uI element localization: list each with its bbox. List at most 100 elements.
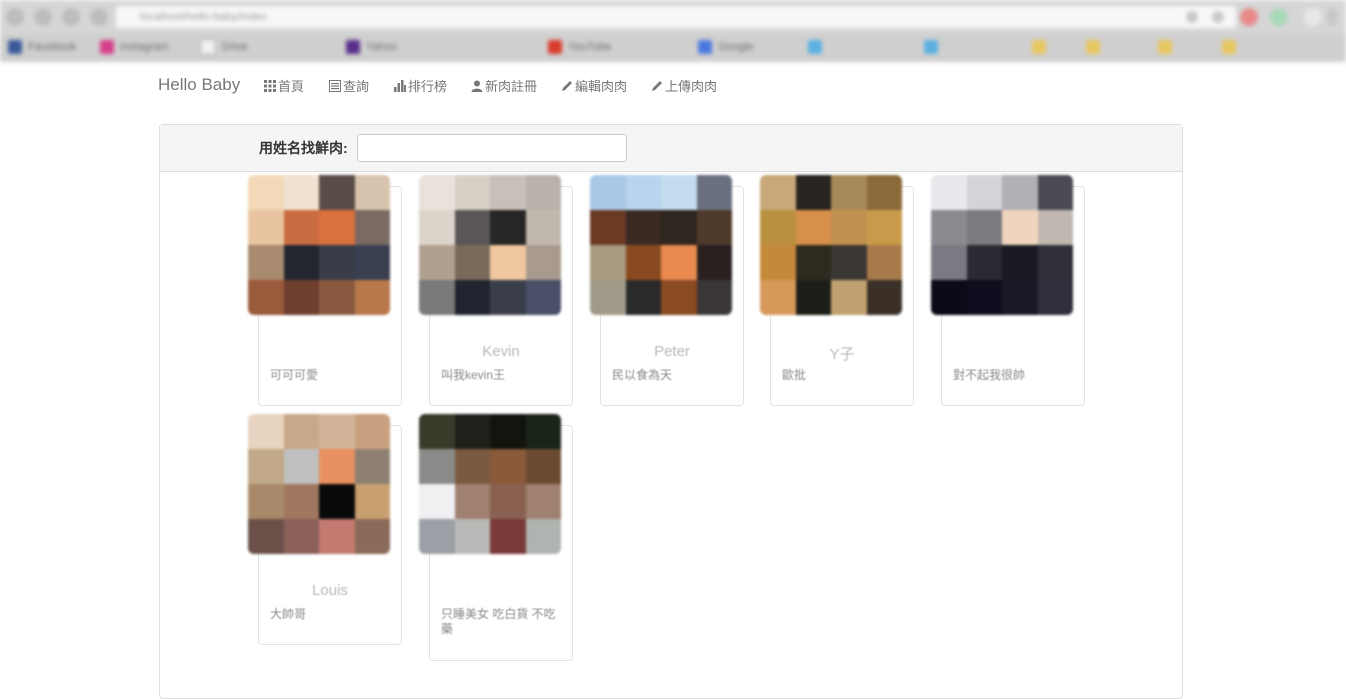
top-navbar: Hello Baby 首頁 查詢 排行榜 新肉註冊 編輯肉肉 上傳肉肉 (0, 62, 1346, 106)
photo-pixel (319, 519, 355, 554)
bookmark-folder[interactable] (1222, 39, 1236, 55)
bookmark-item[interactable] (808, 39, 822, 55)
back-icon[interactable] (6, 8, 24, 26)
profile-card[interactable]: 只睡美女 吃白貨 不吃藥 (419, 414, 573, 661)
photo-pixel (696, 210, 732, 245)
photo-pixel (490, 449, 526, 484)
nav-item-home[interactable]: 首頁 (264, 76, 304, 95)
photo-pixel (625, 280, 661, 315)
photo-pixel (490, 280, 526, 315)
profile-photo (419, 414, 561, 554)
reload-icon[interactable] (62, 8, 80, 26)
photo-pixel (419, 175, 455, 210)
photo-pixel (248, 414, 284, 449)
photo-pixel (454, 414, 490, 449)
photo-pixel (283, 519, 319, 554)
photo-pixel (248, 280, 284, 315)
address-bar[interactable]: localhost/hello-baby/index (116, 6, 1236, 28)
nav-item-ranking[interactable]: 排行榜 (394, 76, 447, 95)
photo-pixel (354, 484, 390, 519)
photo-pixel (248, 519, 284, 554)
photo-pixel (696, 175, 732, 210)
photo-pixel (490, 414, 526, 449)
brand-link[interactable]: Hello Baby (158, 75, 240, 95)
bookmark-item[interactable]: Google (698, 39, 753, 55)
photo-pixel (248, 245, 284, 280)
extension-icon[interactable] (1270, 8, 1288, 26)
profile-description: 歐批 (782, 368, 807, 382)
photo-pixel (319, 175, 355, 210)
photo-pixel (1002, 175, 1038, 210)
nav-item-upload[interactable]: 上傳肉肉 (651, 76, 717, 95)
profile-name: Peter (654, 343, 690, 360)
profile-card[interactable]: 可可可愛 (248, 175, 402, 406)
list-icon (329, 79, 341, 92)
profile-card[interactable]: Y子 歐批 (760, 175, 914, 406)
profile-photo (590, 175, 732, 315)
photo-pixel (590, 210, 626, 245)
photo-pixel (354, 245, 390, 280)
photo-pixel (661, 210, 697, 245)
photo-pixel (931, 175, 967, 210)
photo-pixel (661, 280, 697, 315)
photo-pixel (490, 210, 526, 245)
profile-card[interactable]: Peter 民以食為天 (590, 175, 744, 406)
profile-description: 叫我kevin王 (441, 368, 506, 382)
photo-pixel (661, 175, 697, 210)
photo-pixel (283, 484, 319, 519)
nav-item-register[interactable]: 新肉註冊 (471, 76, 537, 95)
profile-photo (931, 175, 1073, 315)
photo-pixel (931, 245, 967, 280)
bookmark-folder[interactable] (1032, 39, 1046, 55)
photo-pixel (525, 175, 561, 210)
photo-pixel (831, 245, 867, 280)
photo-pixel (248, 449, 284, 484)
bookmark-item[interactable]: YouTube (548, 39, 611, 55)
photo-pixel (419, 210, 455, 245)
photo-pixel (795, 175, 831, 210)
forward-icon[interactable] (34, 8, 52, 26)
profile-card[interactable]: Louis 大帥哥 (248, 414, 402, 645)
photo-pixel (625, 245, 661, 280)
photo-pixel (354, 449, 390, 484)
search-bar: 用姓名找鮮肉: (160, 125, 1182, 172)
bookmark-item[interactable]: Facebook (8, 39, 76, 55)
photo-pixel (319, 484, 355, 519)
search-icon[interactable] (1186, 11, 1198, 23)
photo-pixel (490, 245, 526, 280)
menu-icon[interactable] (1326, 8, 1338, 26)
home-icon[interactable] (90, 8, 108, 26)
bookmark-item[interactable] (924, 39, 938, 55)
photo-pixel (454, 210, 490, 245)
nav-item-search[interactable]: 查詢 (329, 76, 369, 95)
search-input[interactable] (357, 134, 627, 162)
bookmark-item[interactable]: Yahoo (346, 39, 397, 55)
photo-pixel (283, 414, 319, 449)
bookmark-folder[interactable] (1158, 39, 1172, 55)
profile-card[interactable]: Kevin 叫我kevin王 (419, 175, 573, 406)
photo-pixel (831, 210, 867, 245)
nav-item-edit[interactable]: 編輯肉肉 (561, 76, 627, 95)
profile-name: Louis (312, 582, 348, 599)
bookmark-folder[interactable] (1086, 39, 1100, 55)
nav-item-label: 首頁 (278, 79, 305, 94)
profile-card[interactable]: 對不起我很帥 (931, 175, 1085, 406)
photo-pixel (354, 414, 390, 449)
star-icon[interactable] (1212, 11, 1224, 23)
profile-description: 民以食為天 (612, 368, 673, 382)
photo-pixel (248, 484, 284, 519)
extension-icon[interactable] (1304, 8, 1322, 26)
photo-pixel (1037, 280, 1073, 315)
bookmark-item[interactable]: Instagram (100, 39, 169, 55)
extension-icon[interactable] (1240, 8, 1258, 26)
photo-pixel (490, 175, 526, 210)
photo-pixel (931, 210, 967, 245)
photo-pixel (283, 175, 319, 210)
photo-pixel (831, 280, 867, 315)
photo-pixel (590, 175, 626, 210)
nav-item-label: 新肉註冊 (485, 79, 538, 94)
bookmark-item[interactable]: Drive (200, 39, 248, 55)
photo-pixel (419, 414, 455, 449)
photo-pixel (795, 280, 831, 315)
photo-pixel (354, 210, 390, 245)
